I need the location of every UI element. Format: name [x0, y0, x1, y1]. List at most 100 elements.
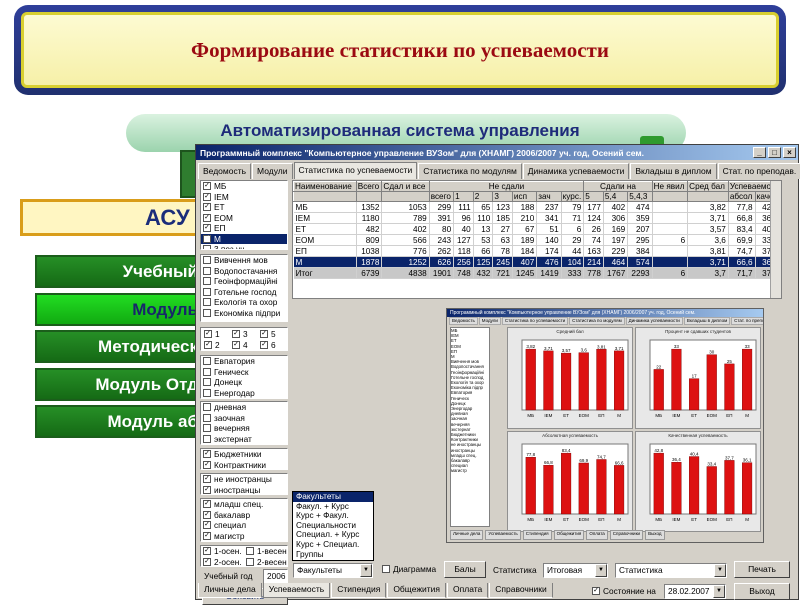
- table-scrollbar[interactable]: [770, 181, 781, 298]
- module-abiturient[interactable]: Модуль аб: [35, 405, 210, 438]
- specialties-list[interactable]: Вивчення мов Водопостачання Геоінформаційн…: [200, 254, 288, 322]
- module-metodicheskiy[interactable]: Методическ: [35, 330, 210, 363]
- checkbox-icon[interactable]: ✓: [203, 510, 211, 519]
- statistics-combo-2[interactable]: Статистика ▼: [615, 563, 727, 578]
- table-row[interactable]: ЕТ4824028040132767516261692073,5783,440,…: [293, 223, 781, 235]
- course-checkbox[interactable]: ✓ 4: [230, 340, 258, 351]
- table-header[interactable]: Всего: [355, 181, 383, 192]
- minimize-button[interactable]: _: [753, 147, 766, 158]
- checkbox-icon[interactable]: ✓: [592, 587, 600, 595]
- semester-checkbox[interactable]: ✓ 2-осен.: [201, 557, 244, 566]
- bottom-tab-2[interactable]: Стипендия: [331, 583, 387, 598]
- table-header[interactable]: Сред бал: [687, 181, 729, 192]
- diagram-checkbox[interactable]: Диаграмма: [380, 564, 436, 574]
- module-uchebnyi[interactable]: Учебный: [35, 255, 210, 288]
- checkbox-icon[interactable]: [246, 557, 254, 566]
- semester-checkbox[interactable]: 2-весен: [244, 557, 287, 566]
- tab-6[interactable]: Стат. по преподав.: [717, 163, 800, 179]
- checkbox-icon[interactable]: ✓: [203, 531, 211, 540]
- checkbox-icon[interactable]: ✓: [203, 213, 211, 222]
- list-item[interactable]: ✓ бакалавр: [201, 510, 287, 521]
- bally-button[interactable]: Балы: [444, 561, 486, 578]
- tab-5[interactable]: Вкладыш в диплом: [630, 163, 717, 179]
- checkbox-icon[interactable]: [203, 424, 211, 433]
- table-row[interactable]: М 1878 1252 626 256 125 245 407 476 104 214 464 574 3…: [293, 256, 781, 268]
- dropdown-option[interactable]: Курс + Специал.: [293, 540, 373, 550]
- citizenship-list[interactable]: ✓ не иностранцы ✓ иностранцы: [200, 473, 288, 495]
- checkbox-icon[interactable]: ✓: [232, 340, 240, 349]
- list-item[interactable]: заочная: [201, 413, 287, 424]
- checkbox-icon[interactable]: ✓: [203, 182, 211, 191]
- checkbox-icon[interactable]: [203, 434, 211, 443]
- dropdown-option[interactable]: Специал. + Курс: [293, 530, 373, 540]
- chevron-down-icon[interactable]: ▼: [360, 564, 372, 577]
- chevron-down-icon[interactable]: ▼: [595, 564, 607, 577]
- degrees-list[interactable]: ✓ младш спец. ✓ бакалавр ✓ специал ✓ магистр: [200, 498, 288, 542]
- list-item[interactable]: Евпатория: [201, 356, 287, 367]
- state-date-field[interactable]: 28.02.2007 ▼: [664, 584, 726, 599]
- list-item[interactable]: ✓ младш спец.: [201, 499, 287, 510]
- statistics-table[interactable]: Наименование Всего Сдал и все Не сдали Сдали…: [292, 180, 782, 299]
- course-checkbox[interactable]: ✓ 6: [258, 340, 286, 351]
- list-item[interactable]: Енергодар: [201, 388, 287, 399]
- checkbox-icon[interactable]: [203, 357, 211, 366]
- semester-checkbox[interactable]: 1-весен: [244, 546, 287, 557]
- semester-checkbox[interactable]: ✓ 1-осен.: [201, 546, 244, 557]
- dropdown-option[interactable]: Специальности: [293, 521, 373, 531]
- table-row[interactable]: IEM 1180 789 391 96 110 185 210 341 71 124 306 359 3,…: [293, 212, 781, 224]
- table-header[interactable]: Наименование: [293, 181, 357, 192]
- tab-0[interactable]: Ведомость: [198, 163, 252, 179]
- checkbox-icon[interactable]: ✓: [203, 485, 211, 494]
- checkbox-icon[interactable]: ✓: [203, 203, 211, 212]
- dropdown-option[interactable]: Группы: [293, 550, 373, 560]
- course-checkbox[interactable]: ✓ 5: [258, 329, 286, 340]
- checkbox-icon[interactable]: [203, 277, 211, 286]
- checkbox-icon[interactable]: ✓: [203, 500, 211, 509]
- list-item[interactable]: Економіка підпри: [201, 308, 287, 319]
- list-item[interactable]: Вивчення мов: [201, 255, 287, 266]
- list-item[interactable]: Екологія та охор: [201, 297, 287, 308]
- course-checkbox[interactable]: ✓ 2: [202, 340, 230, 351]
- checkbox-icon[interactable]: [203, 413, 211, 422]
- tab-4[interactable]: Динамика успеваемости: [522, 163, 630, 179]
- list-item[interactable]: ✓ ЕТ: [201, 202, 287, 213]
- bottom-tab-1[interactable]: Успеваемость: [262, 583, 331, 598]
- list-item[interactable]: дневная: [201, 402, 287, 413]
- table-row[interactable]: Итог 6739 4838 1901 748 432 721 1245 1419 333 778 1…: [293, 267, 781, 279]
- tab-3[interactable]: Статистика по модулям: [418, 163, 522, 179]
- chevron-down-icon[interactable]: ▼: [714, 564, 726, 577]
- checkbox-icon[interactable]: [203, 266, 211, 275]
- checkbox-icon[interactable]: [203, 388, 211, 397]
- list-item[interactable]: ✓ не иностранцы: [201, 474, 287, 485]
- table-row[interactable]: ЕОМ 809 566 243 127 53 63 189 140 29 74 197 295 6 3,6 6…: [293, 234, 781, 246]
- bottom-tab-5[interactable]: Справочники: [489, 583, 553, 598]
- statistics-combo[interactable]: Итоговая ▼: [543, 563, 608, 578]
- bottom-tab-4[interactable]: Оплата: [447, 583, 489, 598]
- list-item[interactable]: Геоінформаційні: [201, 276, 287, 287]
- checkbox-icon[interactable]: ✓: [203, 224, 211, 233]
- tab-2[interactable]: Статистика по успеваемости: [293, 162, 418, 179]
- year-field[interactable]: 2006: [263, 569, 288, 584]
- checkbox-icon[interactable]: ✓: [260, 340, 268, 349]
- checkbox-icon[interactable]: ✓: [204, 340, 212, 349]
- grouping-combo[interactable]: Факультеты ▼: [293, 563, 373, 578]
- list-item[interactable]: ✓ Контрактники: [201, 460, 287, 469]
- list-item[interactable]: ✓ иностранцы: [201, 485, 287, 494]
- checkbox-icon[interactable]: [203, 308, 211, 317]
- list-item[interactable]: ✓ ЕП: [201, 223, 287, 234]
- dropdown-option[interactable]: Курс + Факул.: [293, 511, 373, 521]
- state-checkbox[interactable]: ✓ Состояние на: [590, 586, 656, 596]
- dropdown-option[interactable]: Факультеты: [293, 492, 373, 502]
- print-button[interactable]: Печать: [734, 561, 790, 578]
- close-button[interactable]: ×: [783, 147, 796, 158]
- list-item[interactable]: ✓ МБ: [201, 181, 287, 192]
- list-item[interactable]: Геническ: [201, 367, 287, 378]
- checkbox-icon[interactable]: ✓: [232, 330, 240, 339]
- cities-list[interactable]: Евпатория Геническ Донецк Енергодар: [200, 355, 288, 399]
- dropdown-option[interactable]: Факул. + Курс: [293, 502, 373, 512]
- exit-button[interactable]: Выход: [734, 583, 790, 600]
- list-item[interactable]: Водопостачання: [201, 266, 287, 277]
- module-otdel[interactable]: Модуль Отд: [35, 368, 210, 401]
- finance-list[interactable]: ✓ Бюджетники ✓ Контрактники: [200, 448, 288, 470]
- list-item[interactable]: Готельне господ: [201, 287, 287, 298]
